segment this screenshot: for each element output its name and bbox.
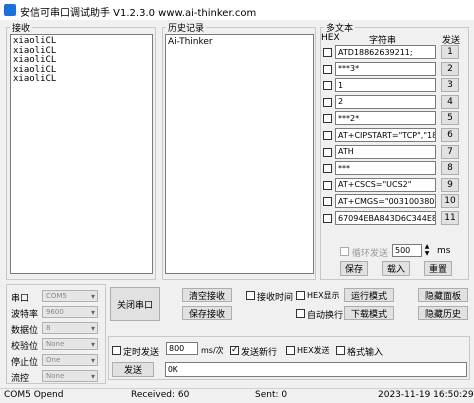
multitext-send-button[interactable]: 5	[441, 111, 459, 126]
send-input[interactable]: OK	[165, 362, 467, 377]
multitext-hex-checkbox[interactable]	[323, 197, 332, 207]
load-multitext-button[interactable]: 载入	[382, 261, 410, 276]
save-multitext-button[interactable]: 保存	[340, 261, 368, 276]
multitext-hex-checkbox[interactable]	[323, 48, 332, 57]
status-time: 2023-11-19 16:50:29	[378, 390, 474, 400]
hide-panel-button[interactable]: 隐藏面板	[418, 288, 468, 302]
receive-line: xiaoliCL	[13, 74, 57, 84]
run-mode-button[interactable]: 运行模式	[344, 288, 394, 302]
multitext-send-button[interactable]: 4	[441, 94, 459, 109]
receive-label: 接收	[10, 21, 33, 34]
timed-unit-label: ms/次	[201, 346, 224, 355]
multitext-hex-checkbox[interactable]	[323, 131, 332, 140]
timed-send-label: 定时发送	[123, 348, 160, 358]
receive-textarea[interactable]: xiaoliCL xiaoliCL xiaoliCL xiaoliCL xiaoliCL	[10, 34, 153, 274]
loop-unit-label: ms	[437, 246, 451, 256]
hide-history-button[interactable]: 隐藏历史	[418, 306, 468, 320]
clear-receive-button[interactable]: 清空接收	[182, 288, 232, 302]
multitext-string-input[interactable]: AT+CMGS="00310038003	[335, 194, 436, 209]
status-received: Received: 60	[131, 390, 190, 400]
multitext-hex-header: HEX	[321, 33, 340, 43]
stopbits-label: 停止位	[11, 358, 39, 368]
app-icon	[4, 4, 16, 16]
multitext-string-input[interactable]: AT+CSCS="UCS2"	[335, 177, 436, 192]
multitext-send-button[interactable]: 2	[441, 61, 459, 76]
format-input-label: 格式输入	[347, 348, 384, 358]
history-label: 历史记录	[166, 21, 207, 34]
close-port-button[interactable]: 关闭串口	[110, 287, 160, 321]
multitext-hex-checkbox[interactable]	[323, 164, 332, 174]
loop-send-label: 循环发送	[352, 249, 389, 259]
multitext-string-input[interactable]: ***	[335, 161, 436, 176]
receive-time-label: 接收时间	[257, 293, 294, 303]
databits-select[interactable]: 8	[42, 322, 98, 335]
stopbits-select[interactable]: One	[42, 354, 98, 367]
multitext-hex-checkbox[interactable]	[323, 97, 332, 107]
multitext-send-button[interactable]: 11	[441, 211, 459, 225]
status-sent: Sent: 0	[255, 390, 288, 400]
hex-send-label: HEX发送	[297, 346, 330, 355]
multitext-string-input[interactable]: ***3*	[335, 61, 436, 76]
multitext-string-input[interactable]: ATD18862639211;	[335, 45, 436, 59]
send-newline-checkbox[interactable]	[230, 344, 239, 356]
multitext-string-input[interactable]: ATH	[335, 144, 436, 159]
parity-select[interactable]: None	[42, 338, 98, 351]
history-item[interactable]: Ai-Thinker	[168, 37, 311, 48]
multitext-hex-checkbox[interactable]	[323, 64, 332, 74]
timed-interval-input[interactable]: 800	[166, 342, 198, 355]
multitext-send-button[interactable]: 6	[441, 128, 459, 142]
multitext-string-input[interactable]: ***2*	[335, 111, 436, 126]
port-label: 串口	[11, 294, 30, 304]
multitext-send-button[interactable]: 10	[441, 194, 459, 209]
status-port: COM5 Opend	[4, 390, 64, 400]
timed-send-checkbox[interactable]	[112, 346, 121, 355]
receive-time-checkbox[interactable]	[246, 291, 255, 300]
multitext-hex-checkbox[interactable]	[323, 147, 332, 157]
multitext-string-input[interactable]: 1	[335, 78, 436, 93]
reset-multitext-button[interactable]: 重置	[424, 261, 452, 276]
port-select[interactable]: COM5	[42, 290, 98, 303]
multitext-hex-checkbox[interactable]	[323, 180, 332, 190]
window-title: 安信可串口调试助手 V1.2.3.0 www.ai-thinker.com	[20, 8, 257, 19]
flow-label: 流控	[11, 374, 30, 384]
parity-label: 校验位	[11, 342, 39, 352]
baud-label: 波特率	[11, 310, 39, 320]
multitext-string-input[interactable]: 2	[335, 94, 436, 109]
multitext-hex-checkbox[interactable]	[323, 114, 332, 124]
download-mode-button[interactable]: 下载模式	[344, 306, 394, 320]
send-button[interactable]: 发送	[112, 362, 154, 377]
loop-interval-spinner[interactable]: ▲ ▼	[422, 244, 432, 257]
multitext-hex-checkbox[interactable]	[323, 81, 332, 91]
title-bar: 安信可串口调试助手 V1.2.3.0 www.ai-thinker.com	[0, 0, 474, 20]
hex-send-checkbox[interactable]	[286, 346, 295, 355]
loop-send-checkbox[interactable]	[340, 247, 349, 256]
multitext-string-input[interactable]: 67094EBA843D6C344E8	[335, 211, 436, 225]
loop-interval-input[interactable]: 500	[392, 244, 422, 257]
format-input-checkbox[interactable]	[336, 346, 345, 355]
auto-newline-label: 自动换行	[307, 311, 344, 321]
baud-select[interactable]: 9600	[42, 306, 98, 319]
history-list[interactable]: Ai-Thinker	[165, 34, 314, 274]
multitext-send-button[interactable]: 3	[441, 78, 459, 93]
multitext-string-input[interactable]: AT+CIPSTART="TCP","183	[335, 128, 436, 142]
spinner-down-icon[interactable]: ▼	[422, 251, 432, 257]
auto-newline-checkbox[interactable]	[296, 309, 305, 318]
send-newline-label: 发送新行	[241, 348, 278, 358]
multitext-send-button[interactable]: 8	[441, 161, 459, 176]
databits-label: 数据位	[11, 326, 39, 336]
hex-display-checkbox[interactable]	[296, 291, 305, 300]
hex-display-label: HEX显示	[307, 291, 340, 300]
multitext-send-button[interactable]: 1	[441, 45, 459, 59]
multitext-hex-checkbox[interactable]	[323, 214, 332, 223]
multitext-send-button[interactable]: 7	[441, 144, 459, 159]
save-receive-button[interactable]: 保存接收	[182, 306, 232, 320]
multitext-send-button[interactable]: 9	[441, 177, 459, 192]
flow-select[interactable]: None	[42, 370, 98, 383]
